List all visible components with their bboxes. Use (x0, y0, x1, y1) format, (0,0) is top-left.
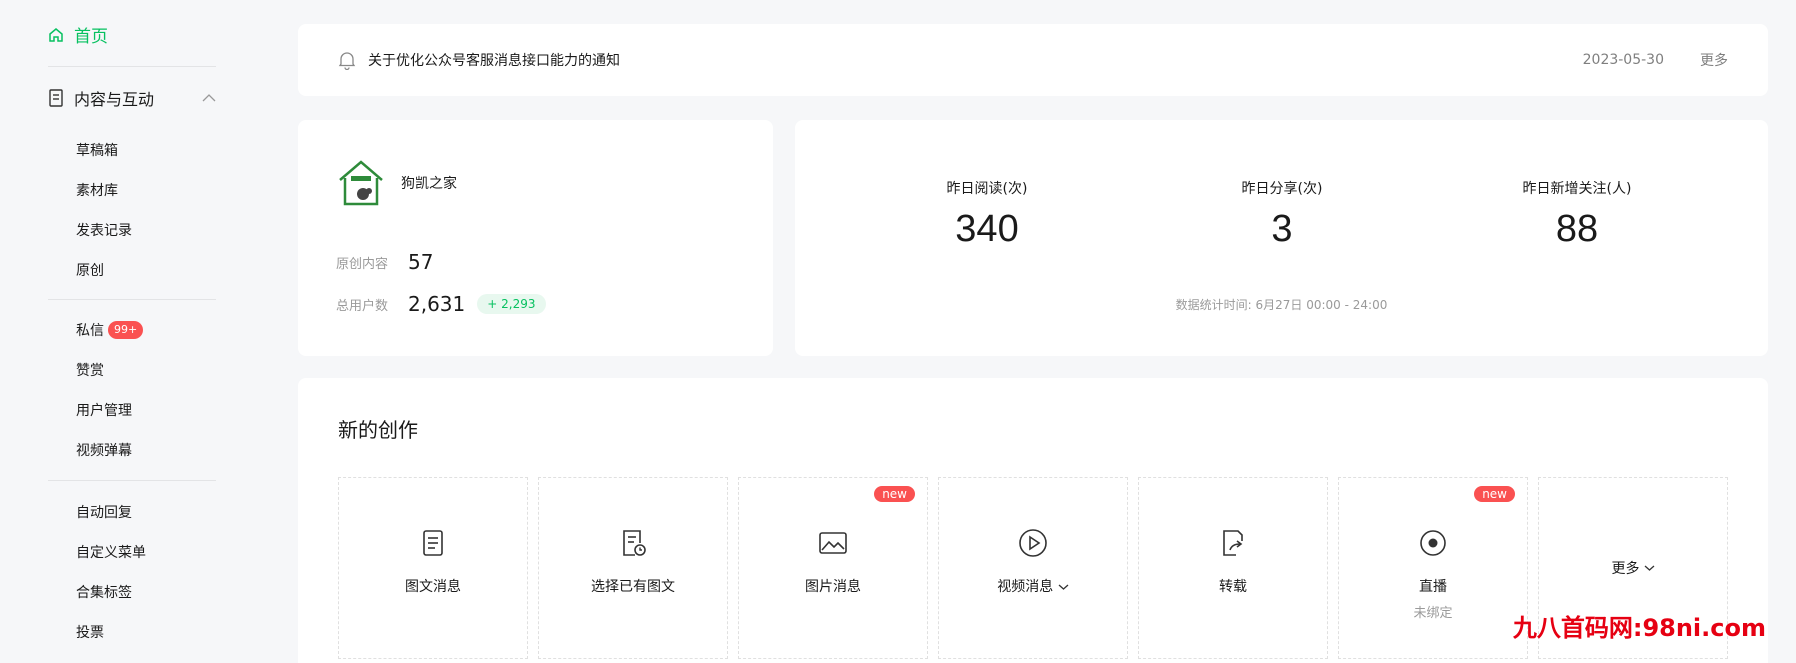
tile-label-text: 视频消息 (997, 579, 1054, 595)
tile-sublabel: 未绑定 (1413, 606, 1453, 621)
repost-tile[interactable]: 转载 (1138, 477, 1328, 659)
stat-value: 88 (1555, 208, 1599, 250)
live-tile[interactable]: new 直播 未绑定 (1338, 477, 1528, 659)
account-card: 狗凯之家 原创内容 57 总用户数 2,631 + 2,293 (298, 120, 773, 356)
tile-label: 更多 (1612, 558, 1655, 578)
sidebar: 首页 内容与互动 草稿箱 素材库 发表记录 原创 私信 99+ 赞赏 用户管理 … (0, 0, 240, 663)
tile-label: 转载 (1219, 579, 1247, 595)
stat-label: 原创内容 (336, 256, 389, 272)
account-avatar[interactable] (336, 158, 386, 208)
total-users-stat: 总用户数 2,631 + 2,293 (336, 292, 546, 316)
bell-icon (338, 52, 356, 70)
notice-date: 2023-05-30 (1582, 52, 1664, 68)
create-article-tile[interactable]: 图文消息 (338, 477, 528, 659)
select-existing-article-tile[interactable]: 选择已有图文 (538, 477, 728, 659)
notice-text[interactable]: 关于优化公众号客服消息接口能力的通知 (368, 50, 1583, 70)
growth-badge: + 2,293 (477, 294, 546, 314)
stat-value: 57 (408, 250, 434, 274)
document-icon (49, 89, 63, 107)
tile-label: 视频消息 (997, 576, 1069, 596)
chevron-down-icon (1058, 584, 1069, 590)
tile-label: 图片消息 (805, 579, 861, 595)
sidebar-item-auto-reply[interactable]: 自动回复 (76, 502, 132, 522)
notice-bar: 关于优化公众号客服消息接口能力的通知 2023-05-30 更多 (298, 24, 1768, 96)
new-badge: new (1474, 486, 1515, 502)
sidebar-item-label: 用户管理 (76, 403, 132, 419)
home-icon (49, 27, 63, 42)
stat-value: 2,631 (408, 292, 466, 316)
shares-stat: 昨日分享(次) 3 (1132, 178, 1432, 251)
follows-stat: 昨日新增关注(人) 88 (1427, 178, 1727, 251)
stats-time-note: 数据统计时间: 6月27日 00:00 - 24:00 (1175, 298, 1388, 312)
sidebar-item-label: 私信 (76, 323, 104, 339)
article-icon (423, 530, 443, 556)
sidebar-item-messages[interactable]: 私信 99+ (76, 320, 144, 340)
sidebar-item-label: 赞赏 (76, 363, 104, 379)
stat-value: 340 (955, 208, 1019, 250)
tile-label-text: 更多 (1611, 561, 1640, 577)
sidebar-item-label: 投票 (76, 625, 104, 641)
yesterday-stats-card: 昨日阅读(次) 340 昨日分享(次) 3 昨日新增关注(人) 88 数据统计时… (795, 120, 1768, 356)
sidebar-item-label: 首页 (74, 27, 108, 47)
sidebar-item-label: 合集标签 (76, 585, 132, 601)
chevron-down-icon (1644, 565, 1654, 571)
image-icon (819, 532, 847, 554)
sidebar-item-rewards[interactable]: 赞赏 (76, 360, 104, 380)
sidebar-item-vote[interactable]: 投票 (76, 622, 104, 642)
stat-value: 3 (1271, 208, 1293, 250)
tile-label: 直播 (1419, 579, 1447, 595)
repost-icon (1223, 530, 1243, 556)
stat-label: 昨日分享(次) (1241, 181, 1323, 197)
sidebar-group-content[interactable]: 内容与互动 (48, 86, 216, 110)
tile-label: 选择已有图文 (591, 579, 675, 595)
notice-more-link[interactable]: 更多 (1700, 50, 1728, 70)
live-record-icon (1420, 530, 1446, 556)
tile-label: 图文消息 (405, 579, 461, 595)
sidebar-item-label: 发表记录 (76, 223, 132, 239)
reads-stat: 昨日阅读(次) 340 (837, 178, 1137, 251)
divider (48, 66, 216, 67)
sidebar-item-original[interactable]: 原创 (76, 260, 104, 280)
create-video-tile[interactable]: 视频消息 (938, 477, 1128, 659)
sidebar-item-label: 自定义菜单 (76, 545, 146, 561)
sidebar-item-label: 视频弹幕 (76, 443, 132, 459)
sidebar-item-custom-menu[interactable]: 自定义菜单 (76, 542, 146, 562)
sidebar-item-users[interactable]: 用户管理 (76, 400, 132, 420)
watermark: 九八首码网:98ni.com (1512, 614, 1766, 642)
create-image-tile[interactable]: new 图片消息 (738, 477, 928, 659)
section-title: 新的创作 (338, 418, 418, 442)
new-badge: new (874, 486, 915, 502)
sidebar-item-collections[interactable]: 合集标签 (76, 582, 132, 602)
divider (48, 299, 216, 300)
sidebar-item-home[interactable]: 首页 (48, 22, 108, 47)
sidebar-item-drafts[interactable]: 草稿箱 (76, 140, 118, 160)
sidebar-item-label: 素材库 (76, 183, 118, 199)
divider (48, 480, 216, 481)
article-clock-icon (623, 530, 646, 556)
stat-label: 昨日新增关注(人) (1522, 181, 1632, 197)
chevron-up-icon[interactable] (202, 93, 216, 103)
sidebar-item-materials[interactable]: 素材库 (76, 180, 118, 200)
sidebar-item-label: 自动回复 (76, 505, 132, 521)
unread-badge: 99+ (108, 321, 144, 339)
stat-label: 总用户数 (336, 298, 389, 314)
account-name: 狗凯之家 (401, 176, 457, 192)
sidebar-item-publish-records[interactable]: 发表记录 (76, 220, 132, 240)
stat-label: 昨日阅读(次) (946, 181, 1028, 197)
sidebar-group-label: 内容与互动 (74, 90, 155, 109)
sidebar-item-label: 草稿箱 (76, 143, 118, 159)
play-circle-icon (1019, 529, 1047, 557)
original-content-stat: 原创内容 57 (336, 250, 433, 274)
sidebar-item-label: 原创 (76, 263, 104, 279)
sidebar-item-video-danmaku[interactable]: 视频弹幕 (76, 440, 132, 460)
